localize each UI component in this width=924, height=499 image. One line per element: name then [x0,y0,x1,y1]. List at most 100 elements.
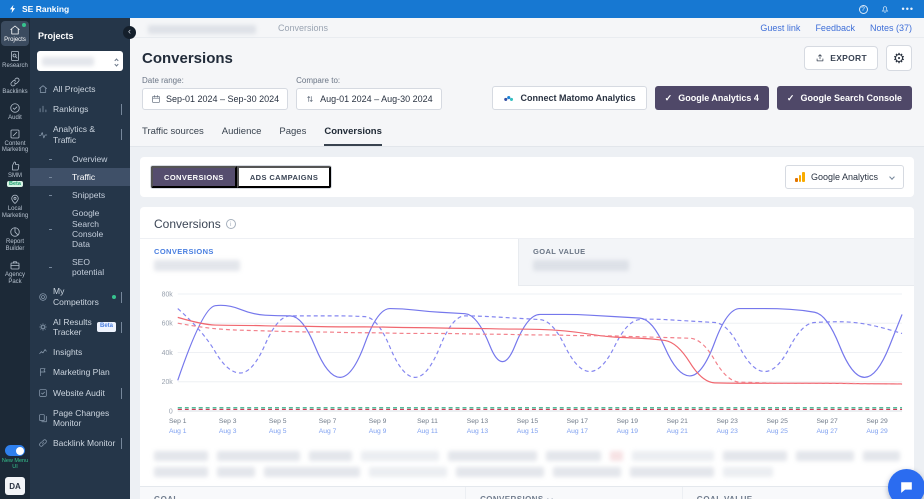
sidebar-item-all-projects[interactable]: All Projects [30,79,130,99]
sidebar-item-label: Insights [53,347,83,358]
legend-item-redacted[interactable] [796,450,854,461]
circle-check-icon [10,103,20,113]
header-link-guest-link[interactable]: Guest link [760,23,800,33]
export-button[interactable]: EXPORT [804,46,878,70]
legend-item-redacted[interactable] [264,466,360,477]
legend-item-redacted[interactable] [553,466,621,477]
sidebar-item-google-search-console-data[interactable]: Google Search Console Data [30,204,130,253]
breadcrumb-project-tab[interactable] [146,16,266,39]
tab-pages[interactable]: Pages [279,126,306,146]
legend-item-redacted[interactable] [216,450,301,461]
sidebar-item-label: Marketing Plan [53,367,110,378]
svg-text:Aug 25: Aug 25 [766,428,788,435]
segment-conversions[interactable]: CONVERSIONS [151,166,237,188]
legend-item-redacted[interactable] [360,450,439,461]
se-ranking-logo[interactable]: SE Ranking [8,4,69,14]
collapse-sidebar-button[interactable]: ‹ [123,26,136,39]
column-goal-value[interactable]: GOAL VALUE [681,486,914,499]
sidebar-item-label: Backlink Monitor [53,438,116,449]
project-name-redacted [42,56,94,66]
legend-item-redacted[interactable] [217,466,255,477]
legend-item-redacted[interactable] [722,450,788,461]
connect-matomo-button[interactable]: Connect Matomo Analytics [492,86,647,110]
chevron-icon [121,129,122,141]
column-conversions[interactable]: CONVERSIONS [465,486,682,499]
google-analytics-4-button[interactable]: ✓ Google Analytics 4 [654,86,769,110]
rail-item-label: Local Marketing [1,206,29,220]
analytics-source-dropdown[interactable]: Google Analytics [785,165,904,189]
compare-to-label: Compare to: [296,76,341,85]
legend-item-redacted[interactable] [309,450,352,461]
rail-item-local-marketing[interactable]: Local Marketing [1,190,29,222]
project-breadcrumb-redacted [148,25,256,34]
help-icon[interactable]: ? [858,4,868,14]
date-range-picker[interactable]: Sep-01 2024 – Sep-30 2024 [142,88,289,110]
legend-item-redacted[interactable] [545,450,602,461]
bell-icon[interactable] [880,4,890,14]
rail-item-report-builder[interactable]: Report Builder [1,223,29,255]
doc-search-icon [11,50,19,61]
svg-text:Aug 7: Aug 7 [319,428,337,435]
legend-item-redacted[interactable] [723,466,773,477]
metric-value-redacted [533,260,629,271]
header-link-notes-37-[interactable]: Notes (37) [870,23,912,33]
legend-item-redacted[interactable] [862,450,900,461]
rail-item-content-marketing[interactable]: Content Marketing [1,125,29,157]
sidebar-item-my-competitors[interactable]: My Competitors [30,281,130,311]
legend-item-redacted[interactable] [369,466,447,477]
sidebar-item-insights[interactable]: Insights [30,342,130,362]
rail-item-projects[interactable]: Projects [1,21,29,46]
segment-ads-campaigns[interactable]: ADS CAMPAIGNS [236,166,332,188]
project-selector[interactable] [37,51,123,71]
svg-text:0: 0 [169,409,173,416]
legend-item-redacted[interactable] [632,450,714,461]
sidebar-item-overview[interactable]: Overview [30,150,130,168]
legend-item-redacted[interactable] [154,466,208,477]
tab-traffic-sources[interactable]: Traffic sources [142,126,204,146]
legend-item-redacted[interactable] [610,450,624,461]
sidebar-item-snippets[interactable]: Snippets [30,186,130,204]
legend-item-redacted[interactable] [630,466,714,477]
legend-item-redacted[interactable] [456,466,544,477]
legend-item-redacted[interactable] [154,450,208,461]
sidebar-item-traffic[interactable]: Traffic [30,167,130,187]
sidebar-item-label: Google Search Console Data [72,208,104,249]
svg-text:Sep 19: Sep 19 [617,418,639,425]
more-menu-icon[interactable]: ••• [902,5,914,14]
svg-text:80k: 80k [162,291,174,298]
sidebar-menu: All Projects Rankings Analytics & Traffi… [30,79,130,499]
user-avatar[interactable]: DA [5,477,25,495]
sidebar-item-ai-results-tracker[interactable]: AI Results Tracker Beta [30,312,130,342]
metric-tab-goal-value[interactable]: GOAL VALUE [518,239,914,286]
svg-text:Aug 3: Aug 3 [219,428,237,435]
conversions-chart[interactable]: 80k 60k 40k 20k 0 Sep 1 Aug 1 Sep 3 Aug 3 Sep 5 Au… [144,288,910,443]
rail-item-research[interactable]: Research [1,47,29,72]
google-search-console-button[interactable]: ✓ Google Search Console [776,86,912,110]
header-link-feedback[interactable]: Feedback [815,23,855,33]
rail-item-smm[interactable]: SMM Beta [1,157,29,189]
tab-audience[interactable]: Audience [222,126,262,146]
rail-item-backlinks[interactable]: Backlinks [1,73,29,98]
report-type-segmented-control: CONVERSIONS ADS CAMPAIGNS [150,165,333,189]
sidebar-item-analytics-traffic[interactable]: Analytics & Traffic [30,119,130,149]
rail-item-audit[interactable]: Audit [1,99,29,124]
sidebar-item-website-audit[interactable]: Website Audit [30,383,130,403]
chevron-down-icon [889,174,895,180]
sidebar-item-page-changes-monitor[interactable]: Page Changes Monitor [30,403,130,433]
sidebar-item-rankings[interactable]: Rankings [30,99,130,119]
tab-conversions[interactable]: Conversions [324,126,382,146]
settings-button[interactable]: ⚙ [886,45,912,71]
new-menu-ui-toggle[interactable] [5,445,25,456]
metric-tab-conversions[interactable]: CONVERSIONS [140,239,518,286]
sidebar-item-backlink-monitor[interactable]: Backlink Monitor [30,433,130,453]
compare-range-picker[interactable]: Aug-01 2024 – Aug-30 2024 [296,88,442,110]
rail-item-agency-pack[interactable]: Agency Pack [1,256,29,288]
info-icon[interactable]: i [225,219,236,229]
sidebar-item-seo-potential[interactable]: SEO potential [30,253,130,281]
breadcrumb-current: Conversions [278,22,329,33]
legend-item-redacted[interactable] [447,450,537,461]
svg-text:60k: 60k [162,321,174,328]
column-goal[interactable]: GOAL [140,487,465,499]
chat-widget-button[interactable] [888,469,924,499]
sidebar-item-marketing-plan[interactable]: Marketing Plan [30,362,130,382]
